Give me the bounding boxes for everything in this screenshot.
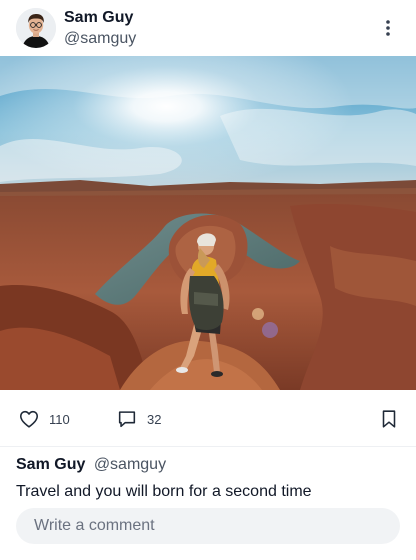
comment-input[interactable] (16, 508, 400, 544)
caption-author-handle[interactable]: @samguy (94, 456, 166, 473)
post-actions: 110 32 (0, 390, 416, 446)
post-card: Sam Guy @samguy 110 32 Sam Guy @samguy T… (0, 0, 416, 560)
divider (0, 446, 416, 447)
author-name[interactable]: Sam Guy (64, 8, 133, 28)
comment-count: 32 (147, 411, 162, 427)
bookmark-button[interactable] (378, 408, 400, 430)
canyon-hiker-photo (0, 56, 416, 390)
bookmark-icon (378, 408, 400, 430)
author-handle[interactable]: @samguy (64, 29, 136, 49)
caption-author-name[interactable]: Sam Guy (16, 456, 85, 473)
like-count: 110 (49, 411, 70, 427)
like-button[interactable]: 110 (18, 408, 70, 430)
comment-button[interactable]: 32 (116, 408, 161, 430)
avatar[interactable] (16, 8, 56, 48)
heart-icon (18, 408, 40, 430)
avatar-image (16, 8, 56, 48)
caption-header: Sam Guy @samguy (16, 455, 166, 475)
more-options-button[interactable] (376, 16, 400, 40)
post-image[interactable] (0, 56, 416, 390)
post-header: Sam Guy @samguy (0, 0, 416, 56)
chat-bubble-icon (116, 408, 138, 430)
more-vertical-icon (386, 20, 390, 36)
caption-text: Travel and you will born for a second ti… (16, 483, 312, 500)
